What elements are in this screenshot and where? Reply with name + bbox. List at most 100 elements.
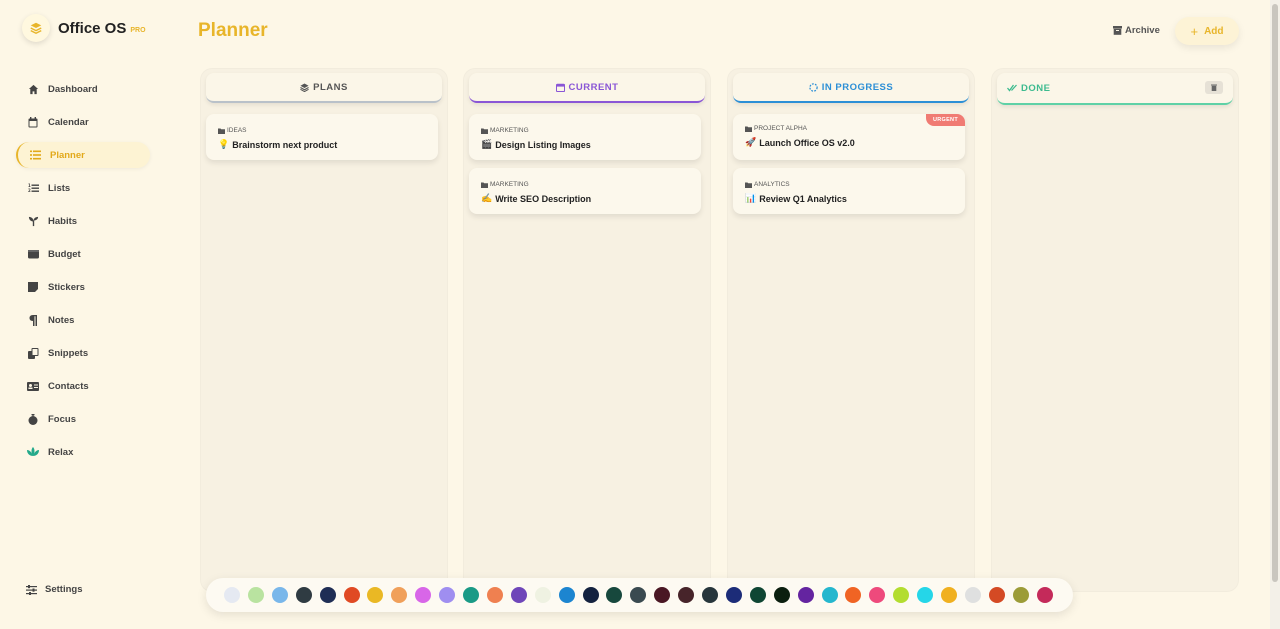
sidebar-item-budget[interactable]: Budget [16,241,150,267]
column-header-plans[interactable]: PLANS [206,73,442,103]
task-card[interactable]: MARKETING 🎬 Design Listing Images [469,114,701,160]
sidebar-item-contacts[interactable]: Contacts [16,373,150,399]
scrollbar-thumb[interactable] [1272,4,1278,582]
sidebar-item-relax[interactable]: Relax [16,439,150,465]
sidebar-item-settings[interactable]: Settings [26,584,82,595]
sidebar-item-notes[interactable]: Notes [16,307,150,333]
column-plans[interactable]: PLANS IDEAS 💡 Brainstorm next product [200,68,448,592]
card-title-label: Design Listing Images [495,139,591,150]
sidebar-item-habits[interactable]: Habits [16,208,150,234]
brand[interactable]: Office OS PRO [22,14,146,42]
card-tag: PROJECT ALPHA [745,125,807,132]
column-title: PLANS [313,81,348,93]
add-button[interactable]: + Add [1175,17,1239,45]
color-swatch[interactable] [773,587,790,603]
color-swatch[interactable] [630,587,647,603]
sidebar-item-stickers[interactable]: Stickers [16,274,150,300]
color-swatch[interactable] [247,587,264,603]
folder-icon [481,182,488,188]
home-icon [26,82,40,96]
column-header-in-progress[interactable]: IN PROGRESS [733,73,969,103]
planner-icon [28,148,42,162]
pro-badge: PRO [130,26,146,34]
card-tag: MARKETING [481,181,529,188]
sidebar-item-dashboard[interactable]: Dashboard [16,76,150,102]
color-swatch[interactable] [821,587,838,603]
color-swatch[interactable] [486,587,503,603]
color-swatch[interactable] [510,587,527,603]
column-current[interactable]: CURRENT MARKETING 🎬 Design Listing Image… [463,68,711,592]
task-card[interactable]: IDEAS 💡 Brainstorm next product [206,114,438,160]
color-swatch[interactable] [534,587,551,603]
paragraph-icon [26,313,40,327]
clapperboard-icon: 🎬 [481,139,493,149]
sidebar-item-label: Calendar [48,116,89,128]
color-swatch[interactable] [869,587,886,603]
color-swatch[interactable] [271,587,288,603]
archive-box-icon [1113,26,1122,35]
color-swatch[interactable] [415,587,432,603]
lightbulb-icon: 💡 [218,139,230,149]
color-swatch[interactable] [1036,587,1053,603]
settings-label: Settings [45,584,83,595]
column-header-done[interactable]: DONE [997,73,1233,105]
color-swatch[interactable] [941,587,957,603]
task-card[interactable]: URGENT PROJECT ALPHA 🚀 Launch Office OS … [733,114,965,160]
archive-button[interactable]: Archive [1113,25,1160,36]
card-title-label: Write SEO Description [495,193,592,204]
sidebar-item-label: Dashboard [48,83,98,95]
trash-icon [1211,84,1217,91]
color-swatch[interactable] [964,587,981,603]
column-header-current[interactable]: CURRENT [469,73,705,103]
spinner-icon [809,82,818,92]
sidebar-item-planner[interactable]: Planner [16,142,150,168]
sidebar-item-snippets[interactable]: Snippets [16,340,150,366]
column-in-progress[interactable]: IN PROGRESS URGENT PROJECT ALPHA 🚀 Launc… [727,68,975,592]
task-card[interactable]: MARKETING ✍️ Write SEO Description [469,168,701,214]
sidebar-item-label: Snippets [48,347,89,359]
color-swatch[interactable] [343,587,360,603]
card-title: 🚀 Launch Office OS v2.0 [745,137,855,148]
sidebar-item-calendar[interactable]: Calendar [16,109,150,135]
list-icon: 12 [26,181,40,195]
id-card-icon [26,379,40,393]
color-swatch[interactable] [582,587,599,603]
color-swatch[interactable] [558,587,575,603]
color-swatch[interactable] [893,587,910,603]
card-tag-label: MARKETING [490,127,529,134]
column-title: DONE [1021,82,1051,94]
archive-label: Archive [1125,25,1160,36]
color-swatch[interactable] [463,587,479,603]
color-palette [206,578,1073,612]
color-swatch[interactable] [702,587,718,603]
sidebar-item-focus[interactable]: Focus [16,406,150,432]
color-swatch[interactable] [678,587,695,603]
color-swatch[interactable] [391,587,408,603]
color-swatch[interactable] [295,587,312,603]
color-swatch[interactable] [749,587,766,603]
sidebar-item-lists[interactable]: 12 Lists [16,175,150,201]
task-card[interactable]: ANALYTICS 📊 Review Q1 Analytics [733,168,965,214]
double-check-icon [1007,84,1017,92]
rocket-icon: 🚀 [745,137,757,147]
color-swatch[interactable] [797,587,814,603]
plus-icon: + [1190,23,1199,39]
card-tag-label: PROJECT ALPHA [754,125,807,132]
column-done[interactable]: DONE [991,68,1239,592]
color-swatch[interactable] [988,587,1005,603]
clear-done-button[interactable] [1205,81,1223,94]
color-swatch[interactable] [654,587,671,603]
color-swatch[interactable] [606,587,623,603]
sliders-icon [26,584,37,595]
color-swatch[interactable] [319,587,336,603]
card-tag-label: ANALYTICS [754,181,790,188]
folder-icon [218,128,225,134]
color-swatch[interactable] [439,587,456,603]
card-title-label: Review Q1 Analytics [759,193,847,204]
color-swatch[interactable] [917,587,934,603]
color-swatch[interactable] [845,587,862,603]
color-swatch[interactable] [224,587,240,603]
color-swatch[interactable] [725,587,742,603]
color-swatch[interactable] [1012,587,1029,603]
color-swatch[interactable] [367,587,384,603]
